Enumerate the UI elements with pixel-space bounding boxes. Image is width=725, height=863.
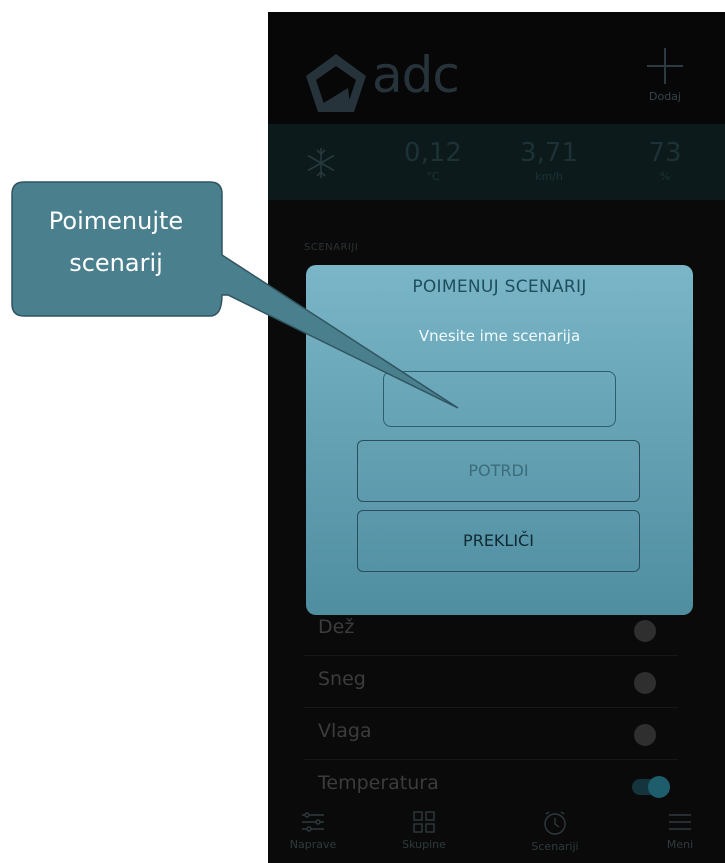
clock-icon — [544, 811, 566, 835]
sliders-icon — [302, 812, 324, 832]
condition-row: Sneg — [304, 656, 678, 708]
weather-bar: 0,12 °C 3,71 km/h 73 % — [268, 124, 725, 200]
humidity-reading: 73 % — [620, 138, 710, 183]
condition-label: Sneg — [318, 668, 366, 690]
tab-meni[interactable]: Meni — [635, 810, 725, 851]
condition-row: Vlaga — [304, 708, 678, 760]
tab-label: Scenariji — [531, 840, 579, 853]
callout-line: Poimenujte — [48, 207, 184, 235]
screenshot-stage: adc Dodaj 0,12 °C 3,71 km/h 73 % SCENARI… — [0, 0, 725, 863]
grid-icon — [413, 811, 435, 833]
condition-label: Dež — [318, 616, 355, 638]
cancel-button[interactable]: PREKLIČI — [357, 510, 640, 572]
humidity-value: 73 — [648, 138, 682, 168]
snowflake-icon — [307, 148, 335, 178]
condition-toggle[interactable] — [630, 724, 670, 746]
temperature-unit: °C — [426, 170, 440, 183]
condition-label: Temperatura — [318, 772, 439, 794]
bottom-tab-bar: Naprave Skupine Scenariji Meni — [268, 800, 725, 863]
tab-label: Naprave — [289, 838, 337, 851]
dialog-title: POIMENUJ SCENARIJ — [412, 277, 587, 297]
toggle-knob — [634, 620, 656, 642]
temperature-reading: 0,12 °C — [388, 138, 478, 183]
menu-icon — [669, 814, 691, 830]
scenario-name-input[interactable] — [383, 371, 616, 427]
toggle-knob — [648, 776, 670, 798]
dialog-subtitle: Vnesite ime scenarija — [418, 327, 581, 345]
humidity-unit: % — [659, 170, 671, 183]
condition-toggle[interactable] — [630, 776, 670, 798]
name-scenario-dialog: POIMENUJ SCENARIJ Vnesite ime scenarija … — [306, 265, 693, 615]
tab-label: Meni — [666, 838, 694, 851]
wind-reading: 3,71 km/h — [504, 138, 594, 183]
toggle-knob — [634, 672, 656, 694]
tab-skupine[interactable]: Skupine — [379, 810, 469, 851]
app-header: adc Dodaj — [268, 12, 725, 124]
plus-icon — [647, 48, 683, 84]
wind-unit: km/h — [535, 170, 563, 183]
add-button[interactable]: Dodaj — [642, 48, 688, 118]
condition-label: Vlaga — [318, 720, 372, 742]
callout-text: Poimenujte scenarij — [12, 200, 220, 284]
temperature-value: 0,12 — [404, 138, 462, 168]
confirm-button[interactable]: POTRDI — [357, 440, 640, 502]
tab-label: Skupine — [402, 838, 446, 851]
condition-toggle[interactable] — [630, 620, 670, 642]
callout-line: scenarij — [69, 249, 163, 277]
condition-toggle[interactable] — [630, 672, 670, 694]
add-button-label: Dodaj — [649, 90, 681, 103]
tab-scenariji[interactable]: Scenariji — [510, 810, 600, 853]
tab-naprave[interactable]: Naprave — [268, 810, 358, 851]
logo-text: adc — [372, 46, 460, 104]
section-label: SCENARIJI — [304, 242, 359, 253]
adc-logo-icon — [306, 54, 366, 112]
wind-value: 3,71 — [520, 138, 578, 168]
toggle-knob — [634, 724, 656, 746]
